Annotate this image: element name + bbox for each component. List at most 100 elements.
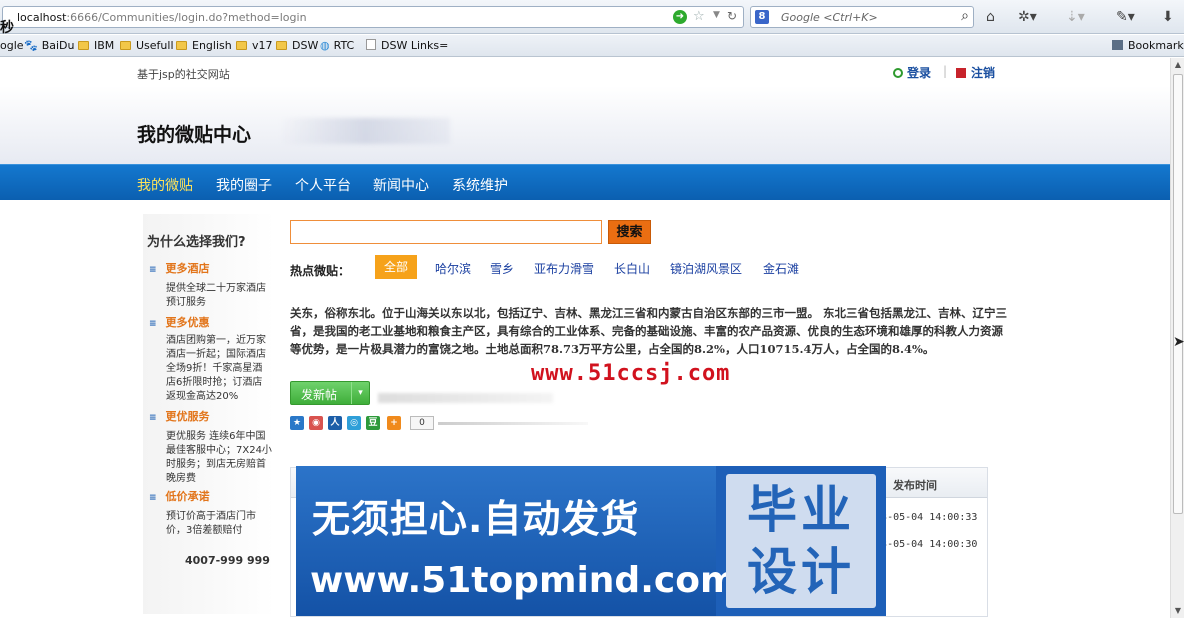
hot-tag-jingpo-lake[interactable]: 镜泊湖风景区 [670,260,742,277]
bullet-icon: ≡ [149,493,157,503]
logout-icon [956,68,966,78]
folder-icon [120,41,131,50]
scroll-up-icon[interactable]: ▲ [1173,60,1183,70]
bookmark-dsw[interactable]: DSW [276,39,318,52]
nav-item-news[interactable]: 新闻中心 [373,175,429,195]
hot-posts-label: 热点微贴： [290,264,351,278]
hot-tag-harbin[interactable]: 哈尔滨 [435,260,471,277]
banner-url: www.51topmind.com [310,560,738,601]
bookmark-google[interactable]: ogle [0,39,24,52]
site-subtitle: 基于jsp的社交网站 [137,68,230,81]
banner-slogan: 无须担心.自动发货 [312,497,640,541]
main-nav: 我的微贴 我的圈子 个人平台 新闻中心 系统维护 [0,164,1170,200]
bookmark-dsw-links[interactable]: DSW Links= [366,39,448,52]
sidebar-phone: 4007-999 999 [185,554,270,567]
baidu-icon: 🐾 [24,39,38,52]
bookmark-usefull[interactable]: Usefull [120,39,174,52]
sidebar-cat-hotels[interactable]: ≡ 更多酒店 [149,260,210,276]
sidebar-heading: 为什么选择我们? [147,235,246,250]
renren-share-icon[interactable]: 人 [328,416,342,430]
nav-item-my-circles[interactable]: 我的圈子 [216,175,272,195]
column-header-time: 发布时间 [893,479,937,492]
post-search-input[interactable] [290,220,602,244]
hot-tag-changbai[interactable]: 长白山 [614,260,650,277]
google-engine-icon[interactable]: 8 [755,10,769,24]
bullet-icon: ≡ [149,413,157,423]
page-icon [366,39,376,50]
watermark-url: www.51ccsj.com [531,361,731,386]
folder-icon [276,41,287,50]
web-search-box[interactable]: 8 Google <Ctrl+K> ⌕ [750,6,974,28]
globe-icon: ◍ [320,39,330,52]
intro-paragraph: 关东，俗称东北。位于山海关以东以北，包括辽宁、吉林、黑龙江三省和内蒙古自治区东部… [290,306,1007,356]
banner-right-line1: 毕业 [747,481,855,539]
logout-link[interactable]: 注销 [956,64,995,81]
reload-icon[interactable]: ↻ [727,9,737,23]
history-dropdown-icon[interactable]: ▼ [713,10,720,20]
bookmark-baidu[interactable]: 🐾 BaiDu [24,39,75,52]
sidebar-cat-price[interactable]: ≡ 低价承诺 [149,488,210,504]
bookmark-v17[interactable]: v17 [236,39,273,52]
bullet-icon: ≡ [149,265,157,275]
bookmarks-icon [1112,40,1123,50]
folder-icon [176,41,187,50]
login-link[interactable]: 登录 [893,64,931,81]
web-page: 基于jsp的社交网站 登录 | 注销 我的微贴中心 我的微贴 我的圈子 个人平台… [0,58,1170,618]
site-title: 我的微贴中心 [137,124,252,146]
bookmark-rtc[interactable]: ◍ RTC [320,39,354,52]
magnifier-icon[interactable]: ⌕ [961,8,969,24]
sidebar-cat-discounts[interactable]: ≡ 更多优惠 [149,314,210,330]
download-arrow-icon[interactable]: ⬇ [1162,9,1174,25]
corner-glyph: 秒 [0,20,14,36]
title-decoration [280,118,450,144]
bookmark-ibm[interactable]: IBM [78,39,114,52]
sidebar-cat-service[interactable]: ≡ 更优服务 [149,408,210,424]
bookmarks-menu[interactable]: Bookmarks [1112,39,1184,52]
browser-toolbar: localhost:6666/Communities/login.do?meth… [0,0,1184,34]
banner-right-line2: 设计 [747,543,855,601]
share-divider [438,422,588,425]
douban-share-icon[interactable]: 豆 [366,416,380,430]
scroll-down-icon[interactable]: ▼ [1173,606,1183,616]
addon-icon[interactable]: ✲▾ [1018,9,1037,25]
favorite-share-icon[interactable]: ★ [290,416,304,430]
chevron-down-icon[interactable]: ▾ [351,382,369,404]
home-icon[interactable]: ⌂ [986,9,995,25]
sidebar-text-price: 预订价高于酒店门市价，3倍差额赔付 [166,511,256,536]
address-text[interactable]: localhost:6666/Communities/login.do?meth… [17,11,307,24]
top-strip: 基于jsp的社交网站 登录 | 注销 [0,58,1170,86]
hot-tag-all[interactable]: 全部 [375,255,417,279]
hot-tag-yabuli[interactable]: 亚布力滑雪 [534,260,594,277]
nav-item-personal[interactable]: 个人平台 [295,175,351,195]
bookmarks-toolbar: 秒 ogle 🐾 BaiDu IBM Usefull English v17 DS… [0,20,1184,57]
bookmark-english[interactable]: English [176,39,232,52]
scroll-thumb[interactable] [1173,74,1183,514]
qzone-share-icon[interactable]: ◎ [347,416,361,430]
sidebar-text-service: 更优服务 连续6年中国最佳客服中心；7X24小时服务；到店无房赔首晚房费 [166,431,272,484]
hot-tag-jinshitan[interactable]: 金石滩 [763,260,799,277]
link-separator: | [943,64,948,78]
site-header: 我的微贴中心 [0,86,1170,164]
new-post-label: 发新帖 [301,388,338,402]
hot-tag-snow-town[interactable]: 雪乡 [490,260,514,277]
login-icon [893,68,903,78]
folder-icon [78,41,89,50]
web-search-placeholder: Google <Ctrl+K> [781,11,878,24]
button-shadow-decoration [378,393,553,403]
search-button[interactable]: 搜索 [608,220,651,244]
banner-right-panel: 毕业 设计 [726,474,876,608]
nav-item-system[interactable]: 系统维护 [452,175,508,195]
go-icon[interactable]: ➜ [673,10,687,24]
sidebar-text-hotels: 提供全球二十万家酒店预订服务 [166,283,266,308]
ad-banner[interactable]: 无须担心.自动发货 www.51topmind.com 毕业 设计 [296,466,886,616]
download-icon[interactable]: ⇣▾ [1066,9,1085,25]
weibo-share-icon[interactable]: ◉ [309,416,323,430]
nav-item-my-posts[interactable]: 我的微贴 [137,175,193,195]
address-bar[interactable]: localhost:6666/Communities/login.do?meth… [2,6,744,28]
more-share-icon[interactable]: + [387,416,401,430]
bookmark-star-icon[interactable]: ☆ [693,9,705,24]
share-count: 0 [410,416,434,430]
new-post-button[interactable]: 发新帖 ▾ [290,381,370,405]
tools-icon[interactable]: ✎▾ [1116,9,1135,25]
sidebar: 为什么选择我们? ≡ 更多酒店 提供全球二十万家酒店预订服务 ≡ 更多优惠 酒店团购… [143,214,275,614]
